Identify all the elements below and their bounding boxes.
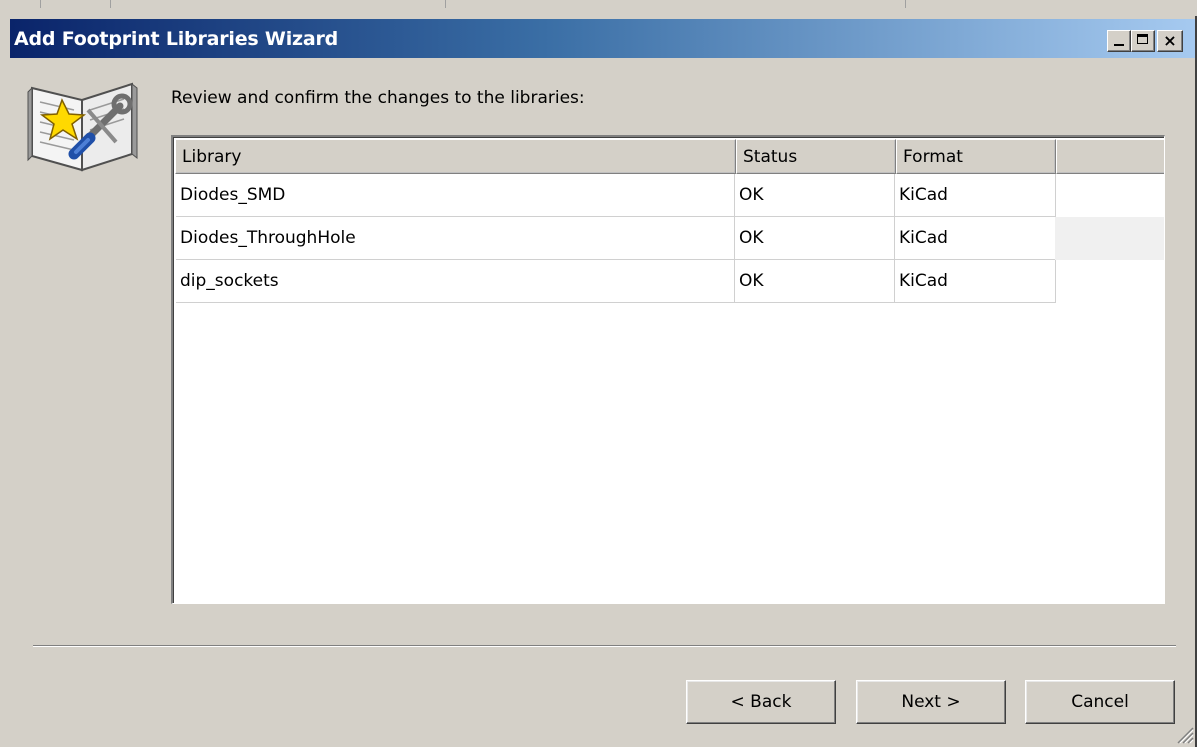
maximize-icon — [1137, 34, 1148, 44]
column-header-status[interactable]: Status — [736, 139, 896, 174]
library-list[interactable]: Library Status Format Diodes_SMD OK KiCa… — [171, 135, 1165, 604]
strip-mark — [445, 0, 446, 8]
size-grip-icon[interactable] — [1176, 726, 1194, 744]
column-header-format[interactable]: Format — [896, 139, 1056, 174]
row-filler — [1055, 217, 1164, 260]
library-cell: Diodes_ThroughHole — [176, 217, 735, 260]
strip-mark — [905, 0, 906, 8]
cancel-button[interactable]: Cancel — [1025, 680, 1175, 724]
next-button[interactable]: Next > — [856, 680, 1006, 724]
library-cell: dip_sockets — [176, 260, 735, 303]
back-button[interactable]: < Back — [686, 680, 836, 724]
wizard-book-icon — [27, 82, 138, 172]
wizard-window: Add Footprint Libraries Wizard × Review … — [0, 0, 1197, 747]
strip-mark — [40, 0, 41, 8]
format-cell: KiCad — [895, 217, 1056, 260]
minimize-button[interactable] — [1107, 30, 1131, 52]
strip-mark — [110, 0, 111, 8]
instruction-text: Review and confirm the changes to the li… — [171, 88, 585, 108]
column-header-library[interactable]: Library — [175, 139, 736, 174]
title-bar[interactable]: Add Footprint Libraries Wizard × — [10, 19, 1195, 58]
background-strip — [0, 0, 1197, 16]
format-cell: KiCad — [895, 260, 1056, 303]
separator-line — [33, 645, 1176, 647]
close-button[interactable]: × — [1157, 30, 1183, 52]
minimize-icon — [1114, 44, 1124, 46]
format-cell: KiCad — [895, 174, 1056, 217]
library-cell: Diodes_SMD — [176, 174, 735, 217]
maximize-button[interactable] — [1131, 30, 1155, 52]
window-title: Add Footprint Libraries Wizard — [14, 28, 339, 50]
status-cell: OK — [735, 174, 895, 217]
close-icon: × — [1163, 31, 1177, 50]
column-header-filler — [1056, 139, 1164, 174]
status-cell: OK — [735, 260, 895, 303]
status-cell: OK — [735, 217, 895, 260]
